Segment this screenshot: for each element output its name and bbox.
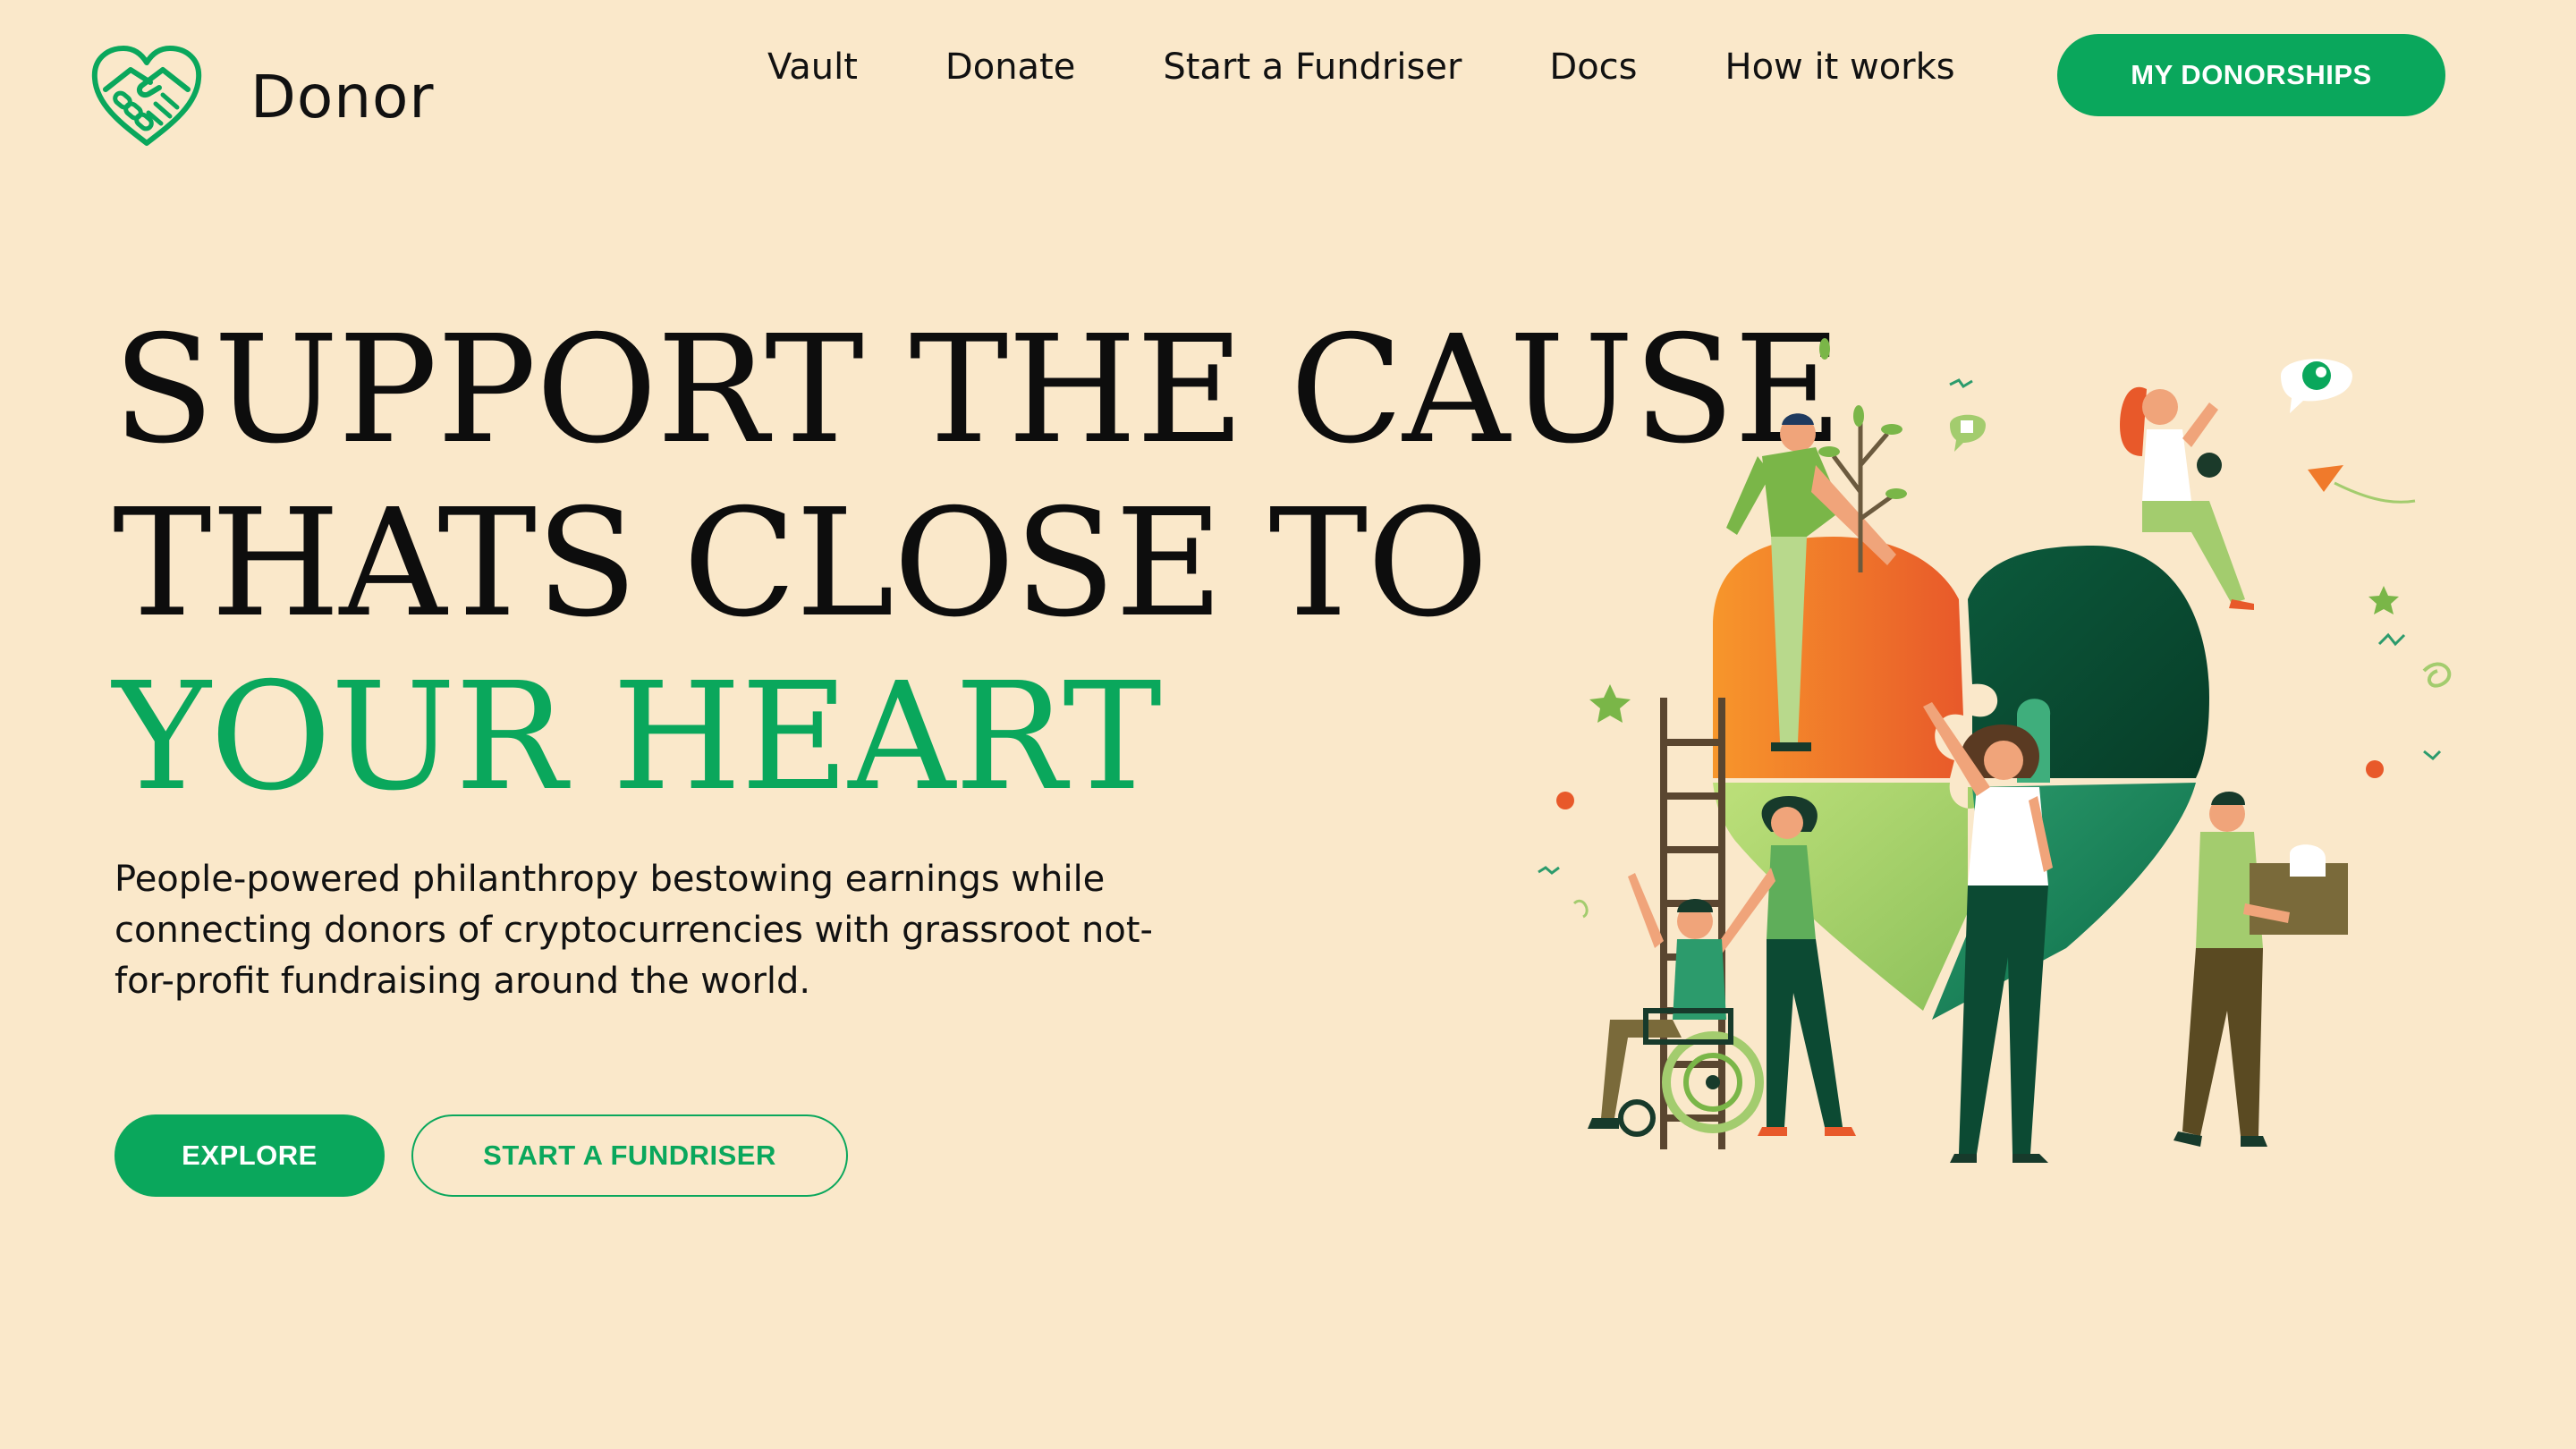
brand-logo[interactable]: Donor — [88, 43, 435, 150]
brand-name: Donor — [250, 62, 435, 131]
hero-subtitle: People-powered philanthropy bestowing ea… — [114, 859, 1153, 1002]
nav-start-fundriser[interactable]: Start a Fundriser — [1163, 47, 1462, 88]
man-carrying-box-figure — [2174, 792, 2348, 1147]
explore-button[interactable]: EXPLORE — [114, 1114, 385, 1197]
nav-vault[interactable]: Vault — [767, 47, 858, 88]
site-header: Donor Vault Donate Start a Fundriser Doc… — [0, 0, 2576, 161]
paper-plane-icon — [2308, 465, 2416, 504]
start-fundriser-button[interactable]: START A FUNDRISER — [411, 1114, 848, 1197]
my-donorships-button[interactable]: MY DONORSHIPS — [2057, 34, 2445, 116]
chat-bubble-icon — [2281, 359, 2352, 413]
hero-cta-row: EXPLORE START A FUNDRISER — [114, 1114, 848, 1197]
hero-illustration — [1503, 331, 2478, 1208]
handshake-heart-icon — [88, 43, 206, 150]
nav-donate[interactable]: Donate — [945, 47, 1075, 88]
wheelchair-figure — [1588, 873, 1764, 1137]
thumbs-up-icon — [1950, 414, 1986, 452]
nav-how-it-works[interactable]: How it works — [1725, 47, 1955, 88]
nav-docs[interactable]: Docs — [1549, 47, 1637, 88]
main-nav: Vault Donate Start a Fundriser Docs How … — [767, 47, 1955, 88]
puzzle-heart-illustration — [1538, 338, 2452, 1163]
